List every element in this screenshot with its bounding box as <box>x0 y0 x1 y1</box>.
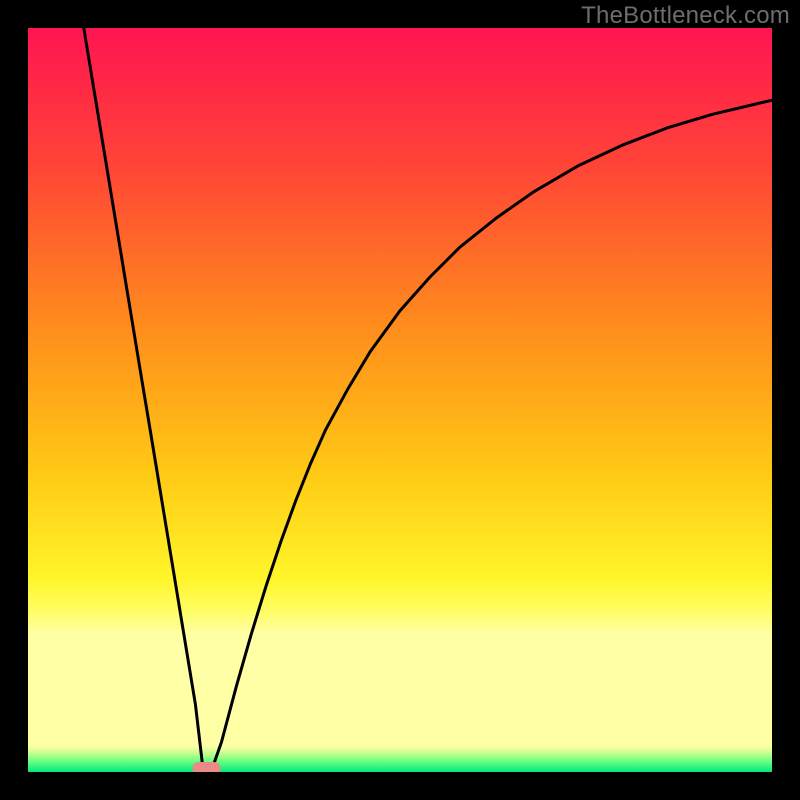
chart-svg <box>28 28 772 772</box>
plot-area <box>28 28 772 772</box>
chart-background <box>28 28 772 772</box>
chart-frame: TheBottleneck.com <box>0 0 800 800</box>
minimum-point-marker <box>193 762 221 772</box>
watermark-text: TheBottleneck.com <box>581 2 790 30</box>
